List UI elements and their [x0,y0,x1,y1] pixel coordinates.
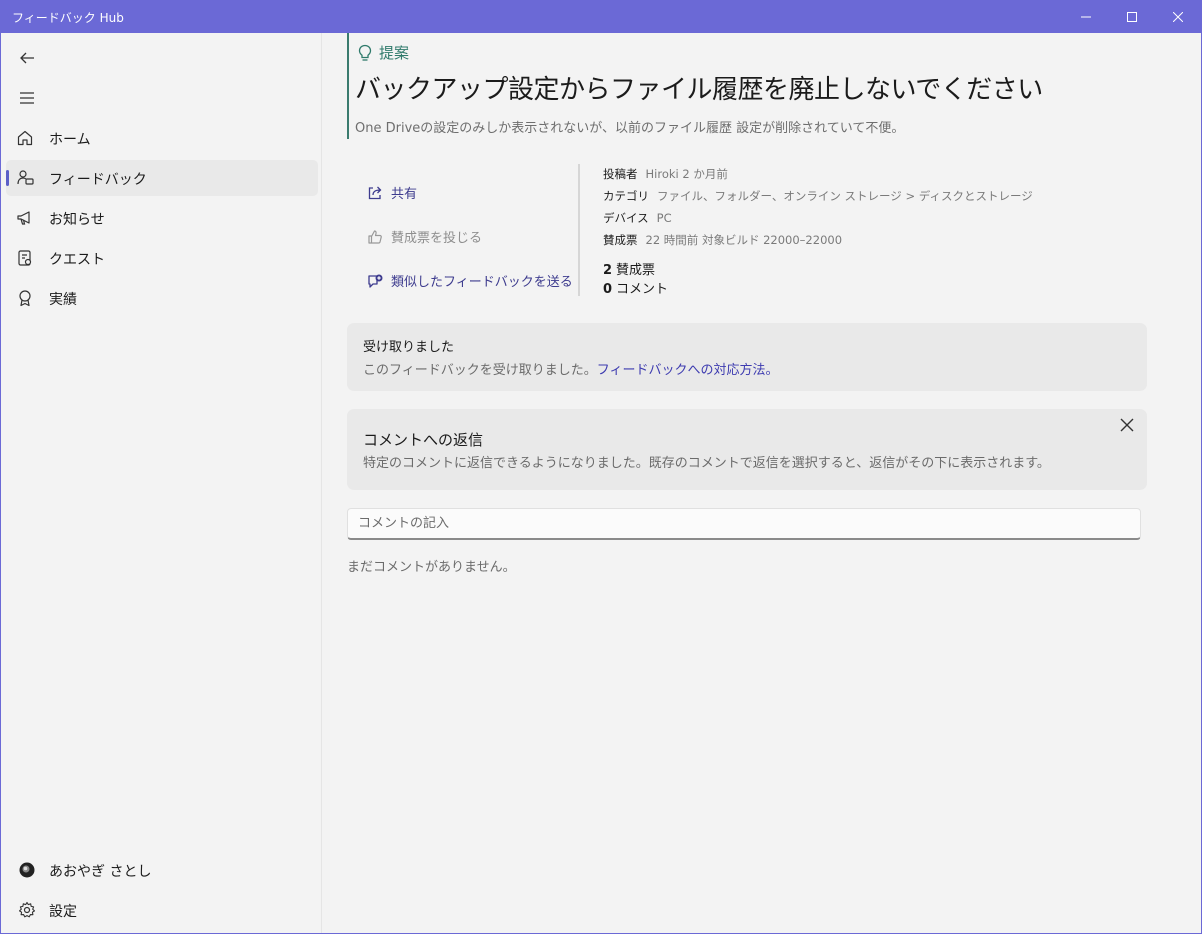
meta-category: カテゴリ ファイル、フォルダー、オンライン ストレージ > ディスクとストレージ [603,188,1033,204]
selection-indicator [6,170,9,186]
comment-count-label: コメント [616,282,669,297]
post-category: 提案 [357,42,409,63]
lightbulb-icon [358,44,372,61]
back-arrow-icon [20,52,34,64]
feedback-detail: 提案 バックアップ設定からファイル履歴を廃止しないでください One Drive… [323,33,1201,933]
maximize-icon [1127,12,1137,22]
close-icon [1173,12,1183,22]
sidebar-item-label: 実績 [49,292,77,308]
quest-icon [18,250,32,266]
upvote-button[interactable]: 賛成票を投じる [367,227,482,246]
meta-votes-value: 22 時間前 対象ビルド 22000–22000 [645,233,843,247]
share-button[interactable]: 共有 [367,183,417,202]
page-title: バックアップ設定からファイル履歴を廃止しないでください [355,75,1043,105]
vote-count-number: 2 [603,263,613,278]
status-title: 受け取りました [363,340,455,355]
gear-icon [18,901,36,918]
meta-category-value: ファイル、フォルダー、オンライン ストレージ > ディスクとストレージ [657,189,1033,203]
feedback-add-icon [368,274,383,288]
status-text: このフィードバックを受け取りました。 [363,363,597,378]
meta-votes: 賛成票 22 時間前 対象ビルド 22000–22000 [603,232,842,248]
send-similar-feedback-button[interactable]: 類似したフィードバックを送る [367,271,573,290]
empty-comments-text: まだコメントがありません。 [347,560,516,575]
comment-count: 0 コメント [603,278,668,297]
share-label: 共有 [391,187,418,202]
settings-button[interactable]: 設定 [6,892,318,928]
hamburger-icon [20,92,34,104]
thumbs-up-icon [368,229,382,244]
vote-count: 2 賛成票 [603,259,655,278]
status-text-row: このフィードバックを受け取りました。フィードバックへの対応方法。 [363,359,779,378]
user-name: あおやぎ さとし [49,864,152,880]
achievement-icon [19,290,31,307]
window-title: フィードバック Hub [12,11,124,25]
meta-votes-key: 賛成票 [603,233,638,247]
meta-device-key: デバイス [603,211,649,225]
comment-input[interactable] [347,508,1141,540]
sidebar-item-quests[interactable]: クエスト [6,240,318,276]
user-account-button[interactable]: あおやぎ さとし [6,852,318,888]
upvote-label: 賛成票を投じる [391,231,483,246]
meta-device: デバイス PC [603,210,672,226]
meta-device-value: PC [656,211,672,225]
sidebar-item-announcements[interactable]: お知らせ [6,200,318,236]
share-icon [368,186,382,199]
back-button[interactable] [7,40,47,76]
header-accent-bar [347,33,349,139]
meta-author-key: 投稿者 [603,167,638,181]
reply-info-card: コメントへの返信 特定のコメントに返信できるようになりました。既存のコメントで返… [347,409,1147,490]
sidebar-item-label: クエスト [49,252,105,268]
minimize-icon [1081,16,1091,18]
feedback-icon [17,170,34,185]
meta-author: 投稿者 Hiroki 2 か月前 [603,166,728,182]
status-card: 受け取りました このフィードバックを受け取りました。フィードバックへの対応方法。 [347,323,1147,391]
home-icon [17,130,33,146]
sidebar-item-label: ホーム [49,132,91,148]
menu-button[interactable] [7,80,47,116]
reply-card-title: コメントへの返信 [363,431,484,449]
send-similar-label: 類似したフィードバックを送る [391,275,573,290]
sidebar: ホーム フィードバック お知らせ クエスト 実績 あおやぎ さとし 設定 [1,33,322,933]
close-icon [1120,418,1134,432]
title-bar: フィードバック Hub [1,1,1201,33]
sidebar-item-home[interactable]: ホーム [6,120,318,156]
sidebar-item-label: お知らせ [49,212,105,228]
category-label: 提案 [379,44,410,62]
feedback-handling-link[interactable]: フィードバックへの対応方法。 [597,363,779,378]
app-window: フィードバック Hub ホーム フィードバック お知らせ クエスト 実績 あおや… [0,0,1202,934]
megaphone-icon [17,211,30,225]
post-description: One Driveの設定のみしか表示されないが、以前のファイル履歴 設定が削除さ… [355,121,905,136]
close-window-button[interactable] [1155,1,1201,33]
settings-label: 設定 [49,904,77,920]
vote-count-label: 賛成票 [616,263,656,278]
maximize-button[interactable] [1109,1,1155,33]
sidebar-item-achievements[interactable]: 実績 [6,280,318,316]
minimize-button[interactable] [1063,1,1109,33]
dismiss-button[interactable] [1113,413,1141,437]
comment-count-number: 0 [603,282,613,297]
sidebar-item-feedback[interactable]: フィードバック [6,160,318,196]
divider [578,164,580,296]
avatar [19,862,35,878]
meta-category-key: カテゴリ [603,189,649,203]
meta-author-value: Hiroki 2 か月前 [645,167,728,181]
sidebar-item-label: フィードバック [49,172,147,188]
reply-card-text: 特定のコメントに返信できるようになりました。既存のコメントで返信を選択すると、返… [363,456,1050,471]
